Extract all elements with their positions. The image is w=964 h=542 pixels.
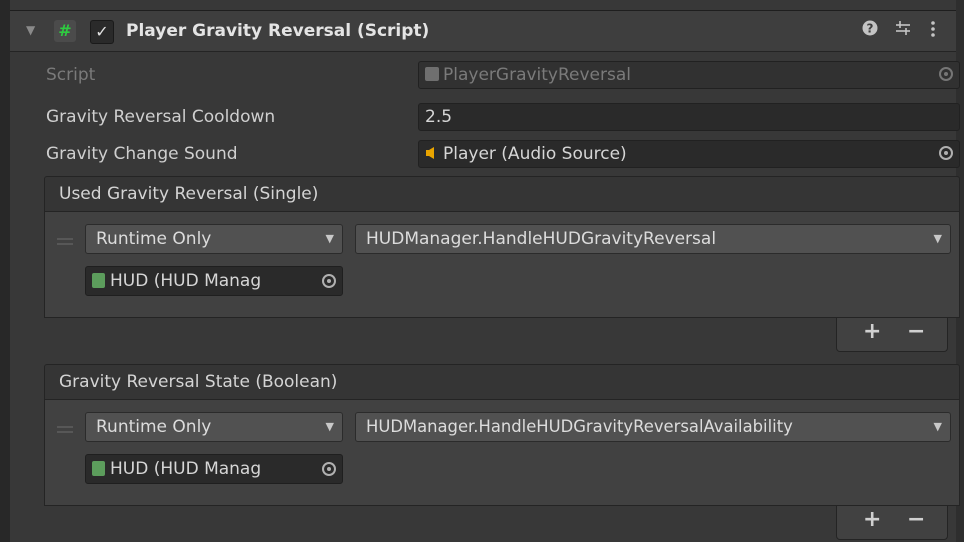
function-dropdown-label: HUDManager.HandleHUDGravityReversal <box>366 229 717 249</box>
runtime-dropdown-label: Runtime Only <box>96 417 212 437</box>
preset-icon[interactable] <box>894 20 912 40</box>
runtime-dropdown-label: Runtime Only <box>96 229 212 249</box>
event-list-gravity-reversal-state: Runtime Only ▼ HUDManager.HandleHUDGravi… <box>44 400 960 506</box>
runtime-dropdown[interactable]: Runtime Only ▼ <box>85 224 343 254</box>
sound-field[interactable]: Player (Audio Source) <box>418 140 960 168</box>
add-button[interactable]: + <box>863 319 881 344</box>
script-file-icon <box>92 273 105 288</box>
component-header[interactable]: ▼ # ✓ Player Gravity Reversal (Script) ? <box>10 10 956 52</box>
audio-source-icon <box>425 142 439 168</box>
target-object-label: HUD (HUD Manag <box>110 459 262 479</box>
script-label: Script <box>46 65 96 85</box>
script-file-icon <box>425 67 439 81</box>
object-picker-icon[interactable] <box>322 462 336 476</box>
target-object-field[interactable]: HUD (HUD Manag <box>85 266 343 296</box>
list-add-remove-bar: + − <box>836 318 948 352</box>
event-list-used-gravity-reversal: Runtime Only ▼ HUDManager.HandleHUDGravi… <box>44 212 960 318</box>
sound-field-value: Player (Audio Source) <box>443 144 627 164</box>
svg-text:?: ? <box>867 22 874 36</box>
script-field: PlayerGravityReversal <box>418 61 960 89</box>
function-dropdown[interactable]: HUDManager.HandleHUDGravityReversal ▼ <box>355 224 951 254</box>
target-object-label: HUD (HUD Manag <box>110 271 262 291</box>
remove-button[interactable]: − <box>907 507 925 532</box>
chevron-down-icon: ▼ <box>325 420 334 433</box>
cooldown-label: Gravity Reversal Cooldown <box>46 107 276 127</box>
object-picker-icon <box>939 67 953 81</box>
chevron-down-icon: ▼ <box>325 232 334 245</box>
drag-handle-icon[interactable] <box>57 426 73 436</box>
target-object-field[interactable]: HUD (HUD Manag <box>85 454 343 484</box>
add-button[interactable]: + <box>863 507 881 532</box>
chevron-down-icon: ▼ <box>931 413 942 441</box>
chevron-down-icon: ▼ <box>933 232 942 245</box>
drag-handle-icon[interactable] <box>57 238 73 248</box>
script-icon: # <box>54 20 76 42</box>
script-file-icon <box>92 461 105 476</box>
event-header-used-gravity-reversal: Used Gravity Reversal (Single) <box>44 176 960 212</box>
cooldown-input[interactable]: 2.5 <box>418 103 960 131</box>
event-header-gravity-reversal-state: Gravity Reversal State (Boolean) <box>44 364 960 400</box>
remove-button[interactable]: − <box>907 319 925 344</box>
script-field-value: PlayerGravityReversal <box>443 65 632 85</box>
runtime-dropdown[interactable]: Runtime Only ▼ <box>85 412 343 442</box>
function-dropdown-label: HUDManager.HandleHUDGravityReversalAvail… <box>366 417 793 436</box>
help-icon[interactable]: ? <box>862 20 878 40</box>
object-picker-icon[interactable] <box>939 146 953 160</box>
sound-label: Gravity Change Sound <box>46 144 238 164</box>
function-dropdown[interactable]: HUDManager.HandleHUDGravityReversalAvail… <box>355 412 951 442</box>
enabled-checkbox[interactable]: ✓ <box>90 20 114 44</box>
foldout-arrow-icon[interactable]: ▼ <box>26 23 35 37</box>
list-add-remove-bar: + − <box>836 506 948 540</box>
kebab-menu-icon[interactable] <box>930 20 936 42</box>
object-picker-icon[interactable] <box>322 274 336 288</box>
left-gutter <box>0 0 10 542</box>
component-title: Player Gravity Reversal (Script) <box>126 21 430 41</box>
inspector-panel: ▼ # ✓ Player Gravity Reversal (Script) ?… <box>0 0 964 542</box>
